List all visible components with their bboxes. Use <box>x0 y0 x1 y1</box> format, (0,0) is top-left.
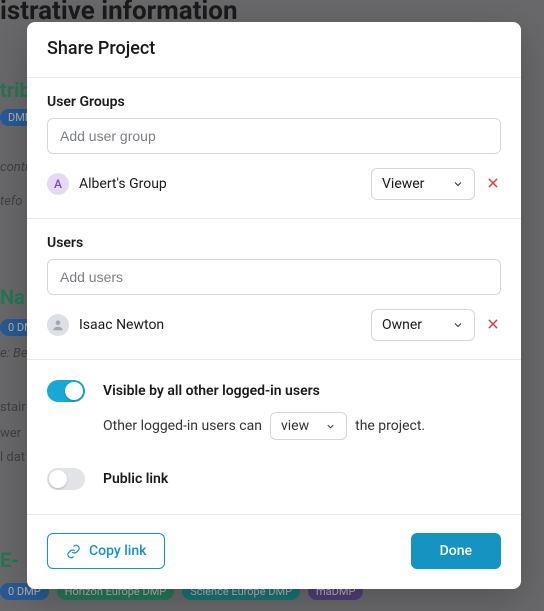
chevron-down-icon <box>325 421 336 432</box>
visibility-section: Visible by all other logged-in users Oth… <box>27 360 521 515</box>
group-name: Albert's Group <box>79 176 361 192</box>
visible-all-label: Visible by all other logged-in users <box>103 383 320 399</box>
person-icon <box>51 318 65 332</box>
copy-link-button[interactable]: Copy link <box>47 533 165 569</box>
visible-all-toggle[interactable] <box>47 380 85 402</box>
public-link-toggle[interactable] <box>47 468 85 490</box>
modal-footer: Copy link Done <box>27 515 521 589</box>
done-button[interactable]: Done <box>411 533 501 569</box>
chevron-down-icon <box>452 319 464 331</box>
share-project-modal: Share Project User Groups A Albert's Gro… <box>27 22 521 589</box>
done-label: Done <box>440 543 472 559</box>
close-icon <box>486 317 500 331</box>
group-avatar: A <box>47 173 69 195</box>
group-role-value: Viewer <box>382 176 424 192</box>
close-icon <box>486 176 500 190</box>
modal-title: Share Project <box>27 22 521 78</box>
user-row: Isaac Newton Owner <box>47 309 501 341</box>
visibility-sub-prefix: Other logged-in users can <box>103 418 262 434</box>
add-users-input[interactable] <box>47 259 501 295</box>
chevron-down-icon <box>452 178 464 190</box>
users-section: Users Isaac Newton Owner <box>27 219 521 360</box>
link-icon <box>66 544 81 559</box>
public-link-label: Public link <box>103 471 168 487</box>
group-role-select[interactable]: Viewer <box>371 168 475 200</box>
group-row: A Albert's Group Viewer <box>47 168 501 200</box>
user-role-select[interactable]: Owner <box>371 309 475 341</box>
user-groups-section: User Groups A Albert's Group Viewer <box>27 78 521 219</box>
user-role-value: Owner <box>382 317 422 333</box>
user-avatar <box>47 314 69 336</box>
visibility-permission-value: view <box>281 418 309 434</box>
add-user-group-input[interactable] <box>47 118 501 154</box>
visibility-sub-suffix: the project. <box>355 418 425 434</box>
visibility-permission-select[interactable]: view <box>270 412 347 440</box>
user-name: Isaac Newton <box>79 317 361 333</box>
remove-group-button[interactable] <box>485 176 501 192</box>
copy-link-label: Copy link <box>89 543 146 559</box>
users-label: Users <box>47 235 501 251</box>
user-groups-label: User Groups <box>47 94 501 110</box>
remove-user-button[interactable] <box>485 317 501 333</box>
